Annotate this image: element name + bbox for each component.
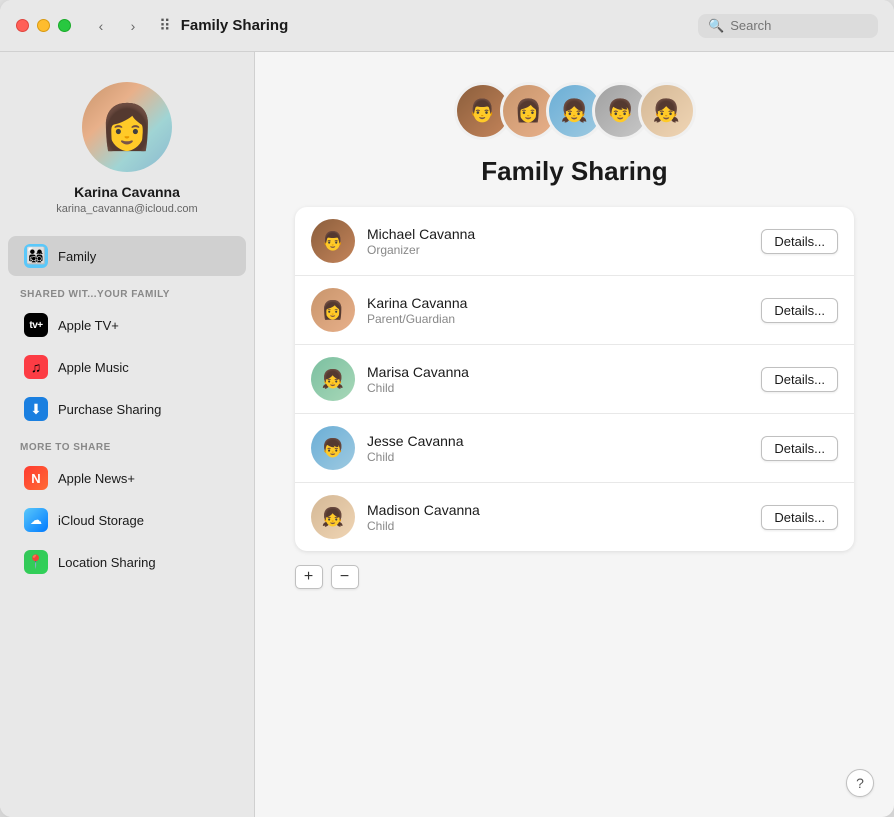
sidebar-item-applemusic[interactable]: ♫ Apple Music [8, 347, 246, 387]
sidebar-item-family[interactable]: 👨‍👩‍👧‍👦 Family [8, 236, 246, 276]
more-section-header: MORE TO SHARE [0, 430, 254, 457]
member-avatar-4: 👦 [311, 426, 355, 470]
minimize-button[interactable] [37, 19, 50, 32]
sidebar-item-purchase[interactable]: ⬇ Purchase Sharing [8, 389, 246, 429]
sidebar-label-purchase: Purchase Sharing [58, 402, 161, 417]
sidebar-label-appletv: Apple TV+ [58, 318, 119, 333]
details-button-4[interactable]: Details... [761, 436, 838, 461]
member-role-3: Child [367, 381, 749, 395]
avatar: 👩 [82, 82, 172, 172]
member-role-5: Child [367, 519, 749, 533]
member-role-4: Child [367, 450, 749, 464]
help-button[interactable]: ? [846, 769, 874, 797]
profile-name: Karina Cavanna [74, 184, 180, 200]
appletv-icon: tv+ [24, 313, 48, 337]
remove-member-button[interactable]: − [331, 565, 359, 589]
member-name-5: Madison Cavanna [367, 502, 749, 518]
family-icon: 👨‍👩‍👧‍👦 [24, 244, 48, 268]
member-info-4: Jesse Cavanna Child [367, 433, 749, 464]
close-button[interactable] [16, 19, 29, 32]
search-input[interactable] [730, 18, 870, 33]
traffic-lights [16, 19, 71, 32]
window-title: Family Sharing [181, 17, 698, 34]
sidebar-label-news: Apple News+ [58, 471, 135, 486]
sidebar-item-icloud[interactable]: ☁ iCloud Storage [8, 500, 246, 540]
member-role-1: Organizer [367, 243, 749, 257]
music-icon: ♫ [24, 355, 48, 379]
table-row: 👧 Madison Cavanna Child Details... [295, 483, 854, 551]
maximize-button[interactable] [58, 19, 71, 32]
sidebar-item-appletv[interactable]: tv+ Apple TV+ [8, 305, 246, 345]
details-button-5[interactable]: Details... [761, 505, 838, 530]
sidebar: 👩 Karina Cavanna karina_cavanna@icloud.c… [0, 52, 255, 817]
add-member-button[interactable]: + [295, 565, 323, 589]
member-avatar-5: 👧 [311, 495, 355, 539]
member-info-1: Michael Cavanna Organizer [367, 226, 749, 257]
member-role-2: Parent/Guardian [367, 312, 749, 326]
sidebar-item-location[interactable]: 📍 Location Sharing [8, 542, 246, 582]
details-button-3[interactable]: Details... [761, 367, 838, 392]
member-name-1: Michael Cavanna [367, 226, 749, 242]
member-avatar-2: 👩 [311, 288, 355, 332]
search-box[interactable]: 🔍 [698, 14, 878, 38]
grid-icon[interactable]: ⠿ [159, 16, 171, 36]
news-icon: N [24, 466, 48, 490]
back-button[interactable]: ‹ [87, 14, 115, 38]
sidebar-label-family: Family [58, 249, 96, 264]
profile-email: karina_cavanna@icloud.com [56, 203, 197, 215]
member-avatar-1: 👨 [311, 219, 355, 263]
profile-section: 👩 Karina Cavanna karina_cavanna@icloud.c… [0, 72, 254, 235]
member-name-2: Karina Cavanna [367, 295, 749, 311]
member-info-5: Madison Cavanna Child [367, 502, 749, 533]
forward-button[interactable]: › [119, 14, 147, 38]
sidebar-item-news[interactable]: N Apple News+ [8, 458, 246, 498]
member-info-3: Marisa Cavanna Child [367, 364, 749, 395]
sidebar-label-applemusic: Apple Music [58, 360, 129, 375]
sidebar-label-icloud: iCloud Storage [58, 513, 144, 528]
sidebar-label-location: Location Sharing [58, 555, 156, 570]
titlebar: ‹ › ⠿ Family Sharing 🔍 [0, 0, 894, 52]
member-info-2: Karina Cavanna Parent/Guardian [367, 295, 749, 326]
table-row: 👨 Michael Cavanna Organizer Details... [295, 207, 854, 276]
member-name-4: Jesse Cavanna [367, 433, 749, 449]
icloud-icon: ☁ [24, 508, 48, 532]
location-icon: 📍 [24, 550, 48, 574]
details-button-1[interactable]: Details... [761, 229, 838, 254]
action-buttons: + − [295, 565, 359, 589]
members-list: 👨 Michael Cavanna Organizer Details... 👩… [295, 207, 854, 551]
shared-section-header: SHARED WIT...YOUR FAMILY [0, 277, 254, 304]
member-name-3: Marisa Cavanna [367, 364, 749, 380]
member-avatar-3: 👧 [311, 357, 355, 401]
nav-buttons: ‹ › [87, 14, 147, 38]
table-row: 👩 Karina Cavanna Parent/Guardian Details… [295, 276, 854, 345]
panel-title: Family Sharing [481, 156, 667, 187]
search-icon: 🔍 [708, 18, 724, 34]
app-window: ‹ › ⠿ Family Sharing 🔍 👩 Karina Cavanna … [0, 0, 894, 817]
family-avatar-5: 👧 [638, 82, 696, 140]
details-button-2[interactable]: Details... [761, 298, 838, 323]
purchase-icon: ⬇ [24, 397, 48, 421]
right-panel: 👨 👩 👧 👦 👧 Family Sharing 👨 Michael Cavan… [255, 52, 894, 619]
family-avatars: 👨 👩 👧 👦 👧 [454, 82, 696, 140]
table-row: 👦 Jesse Cavanna Child Details... [295, 414, 854, 483]
main-content: 👩 Karina Cavanna karina_cavanna@icloud.c… [0, 52, 894, 817]
table-row: 👧 Marisa Cavanna Child Details... [295, 345, 854, 414]
